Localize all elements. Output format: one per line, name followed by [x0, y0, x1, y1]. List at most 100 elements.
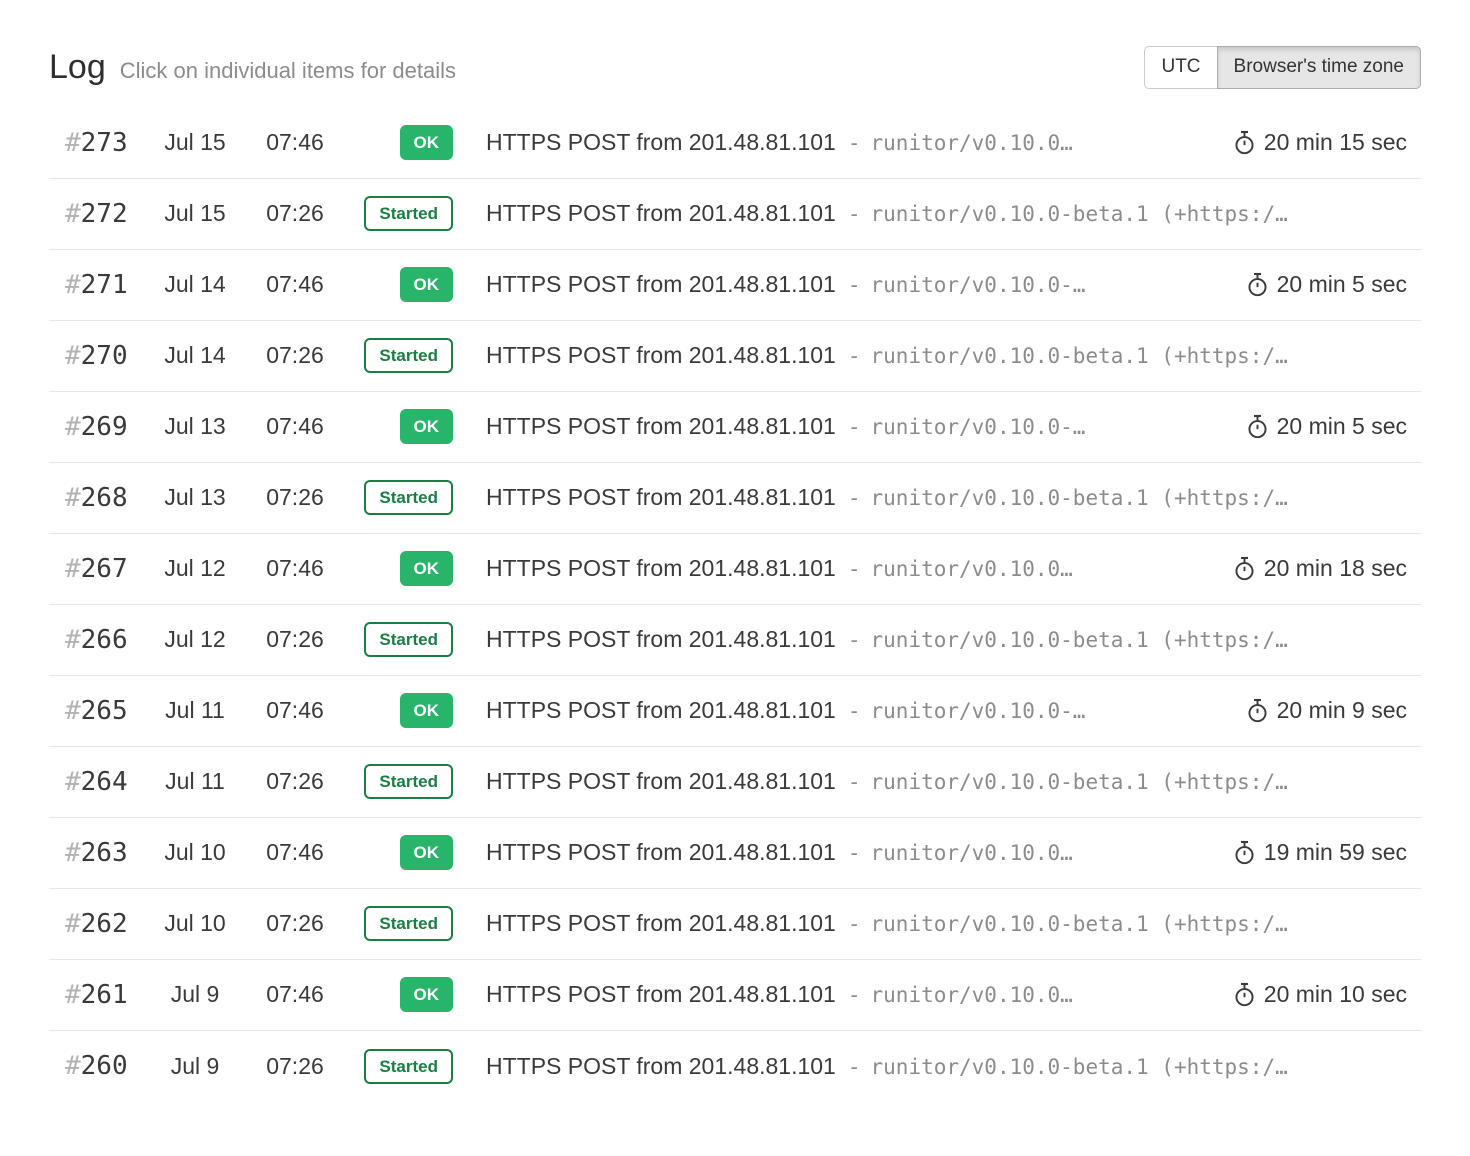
event-id: #273	[49, 128, 145, 158]
event-id-number: 260	[81, 1051, 128, 1081]
event-time: 07:26	[245, 626, 345, 653]
stopwatch-icon	[1247, 698, 1268, 723]
event-id: #263	[49, 838, 145, 868]
duration-text: 20 min 5 sec	[1277, 271, 1407, 298]
duration-text: 20 min 10 sec	[1264, 981, 1407, 1008]
status-badge-cell: OK	[345, 835, 486, 870]
event-source-text: HTTPS POST from 201.48.81.101	[486, 129, 836, 156]
stopwatch-icon	[1234, 840, 1255, 865]
duration: 20 min 5 sec	[1229, 271, 1421, 298]
event-id-number: 273	[81, 128, 128, 158]
event-id: #272	[49, 199, 145, 229]
status-badge-cell: Started	[345, 764, 486, 799]
status-badge-cell: Started	[345, 906, 486, 941]
timezone-button-utc[interactable]: UTC	[1144, 46, 1217, 89]
event-description: HTTPS POST from 201.48.81.101 - runitor/…	[486, 129, 1216, 156]
event-id-number: 267	[81, 554, 128, 584]
event-description: HTTPS POST from 201.48.81.101 - runitor/…	[486, 839, 1216, 866]
event-id-number: 262	[81, 909, 128, 939]
duration-text: 20 min 15 sec	[1264, 129, 1407, 156]
user-agent-separator: -	[848, 344, 861, 368]
user-agent-separator: -	[848, 415, 861, 439]
event-id-number: 261	[81, 980, 128, 1010]
duration: 19 min 59 sec	[1216, 839, 1421, 866]
event-description: HTTPS POST from 201.48.81.101 - runitor/…	[486, 768, 1421, 795]
log-row[interactable]: #267 Jul 12 07:46 OK HTTPS POST from 201…	[49, 534, 1421, 605]
event-source-text: HTTPS POST from 201.48.81.101	[486, 484, 836, 511]
event-source-text: HTTPS POST from 201.48.81.101	[486, 200, 836, 227]
status-badge-cell: OK	[345, 125, 486, 160]
event-id-hash: #	[65, 128, 81, 158]
duration: 20 min 18 sec	[1216, 555, 1421, 582]
event-id: #265	[49, 696, 145, 726]
duration-text: 19 min 59 sec	[1264, 839, 1407, 866]
log-row[interactable]: #270 Jul 14 07:26 Started HTTPS POST fro…	[49, 321, 1421, 392]
status-badge: Started	[364, 906, 453, 941]
log-row[interactable]: #263 Jul 10 07:46 OK HTTPS POST from 201…	[49, 818, 1421, 889]
status-badge-cell: OK	[345, 267, 486, 302]
event-source-text: HTTPS POST from 201.48.81.101	[486, 910, 836, 937]
event-source-text: HTTPS POST from 201.48.81.101	[486, 413, 836, 440]
log-row[interactable]: #272 Jul 15 07:26 Started HTTPS POST fro…	[49, 179, 1421, 250]
event-date: Jul 15	[145, 200, 245, 227]
status-badge: OK	[400, 551, 454, 586]
log-row[interactable]: #262 Jul 10 07:26 Started HTTPS POST fro…	[49, 889, 1421, 960]
log-row[interactable]: #260 Jul 9 07:26 Started HTTPS POST from…	[49, 1031, 1421, 1102]
log-row[interactable]: #269 Jul 13 07:46 OK HTTPS POST from 201…	[49, 392, 1421, 463]
user-agent-text: runitor/v0.10.0-beta.1 (+https:/…	[871, 770, 1288, 794]
event-date: Jul 9	[145, 1053, 245, 1080]
event-id: #262	[49, 909, 145, 939]
stopwatch-icon	[1234, 982, 1255, 1007]
event-date: Jul 13	[145, 413, 245, 440]
event-date: Jul 14	[145, 271, 245, 298]
log-row[interactable]: #264 Jul 11 07:26 Started HTTPS POST fro…	[49, 747, 1421, 818]
event-source-text: HTTPS POST from 201.48.81.101	[486, 1053, 836, 1080]
event-id-number: 268	[81, 483, 128, 513]
event-id-hash: #	[65, 483, 81, 513]
event-date: Jul 10	[145, 910, 245, 937]
status-badge: OK	[400, 267, 454, 302]
log-row[interactable]: #261 Jul 9 07:46 OK HTTPS POST from 201.…	[49, 960, 1421, 1031]
status-badge-cell: Started	[345, 196, 486, 231]
log-row[interactable]: #271 Jul 14 07:46 OK HTTPS POST from 201…	[49, 250, 1421, 321]
page-title: Log	[49, 48, 106, 87]
event-date: Jul 13	[145, 484, 245, 511]
log-row[interactable]: #273 Jul 15 07:46 OK HTTPS POST from 201…	[49, 108, 1421, 179]
event-id: #267	[49, 554, 145, 584]
user-agent-separator: -	[848, 273, 861, 297]
event-id-number: 272	[81, 199, 128, 229]
event-description: HTTPS POST from 201.48.81.101 - runitor/…	[486, 484, 1421, 511]
event-time: 07:46	[245, 129, 345, 156]
event-description: HTTPS POST from 201.48.81.101 - runitor/…	[486, 981, 1216, 1008]
event-id: #266	[49, 625, 145, 655]
user-agent-separator: -	[848, 1055, 861, 1079]
status-badge-cell: OK	[345, 551, 486, 586]
status-badge: Started	[364, 764, 453, 799]
event-description: HTTPS POST from 201.48.81.101 - runitor/…	[486, 1053, 1421, 1080]
status-badge: OK	[400, 693, 454, 728]
event-time: 07:26	[245, 200, 345, 227]
status-badge-cell: Started	[345, 622, 486, 657]
log-row[interactable]: #266 Jul 12 07:26 Started HTTPS POST fro…	[49, 605, 1421, 676]
status-badge-cell: OK	[345, 693, 486, 728]
event-source-text: HTTPS POST from 201.48.81.101	[486, 555, 836, 582]
event-time: 07:46	[245, 981, 345, 1008]
user-agent-separator: -	[848, 486, 861, 510]
user-agent-separator: -	[848, 770, 861, 794]
event-id-number: 265	[81, 696, 128, 726]
timezone-button-browser[interactable]: Browser's time zone	[1217, 46, 1421, 89]
event-id: #261	[49, 980, 145, 1010]
log-row[interactable]: #265 Jul 11 07:46 OK HTTPS POST from 201…	[49, 676, 1421, 747]
status-badge: Started	[364, 338, 453, 373]
event-id: #260	[49, 1051, 145, 1081]
event-id-number: 270	[81, 341, 128, 371]
event-source-text: HTTPS POST from 201.48.81.101	[486, 768, 836, 795]
event-id-hash: #	[65, 412, 81, 442]
user-agent-text: runitor/v0.10.0…	[871, 841, 1073, 865]
event-id-hash: #	[65, 625, 81, 655]
event-time: 07:46	[245, 271, 345, 298]
log-page: Log Click on individual items for detail…	[49, 0, 1421, 1102]
log-row[interactable]: #268 Jul 13 07:26 Started HTTPS POST fro…	[49, 463, 1421, 534]
status-badge: Started	[364, 1049, 453, 1084]
user-agent-separator: -	[848, 912, 861, 936]
